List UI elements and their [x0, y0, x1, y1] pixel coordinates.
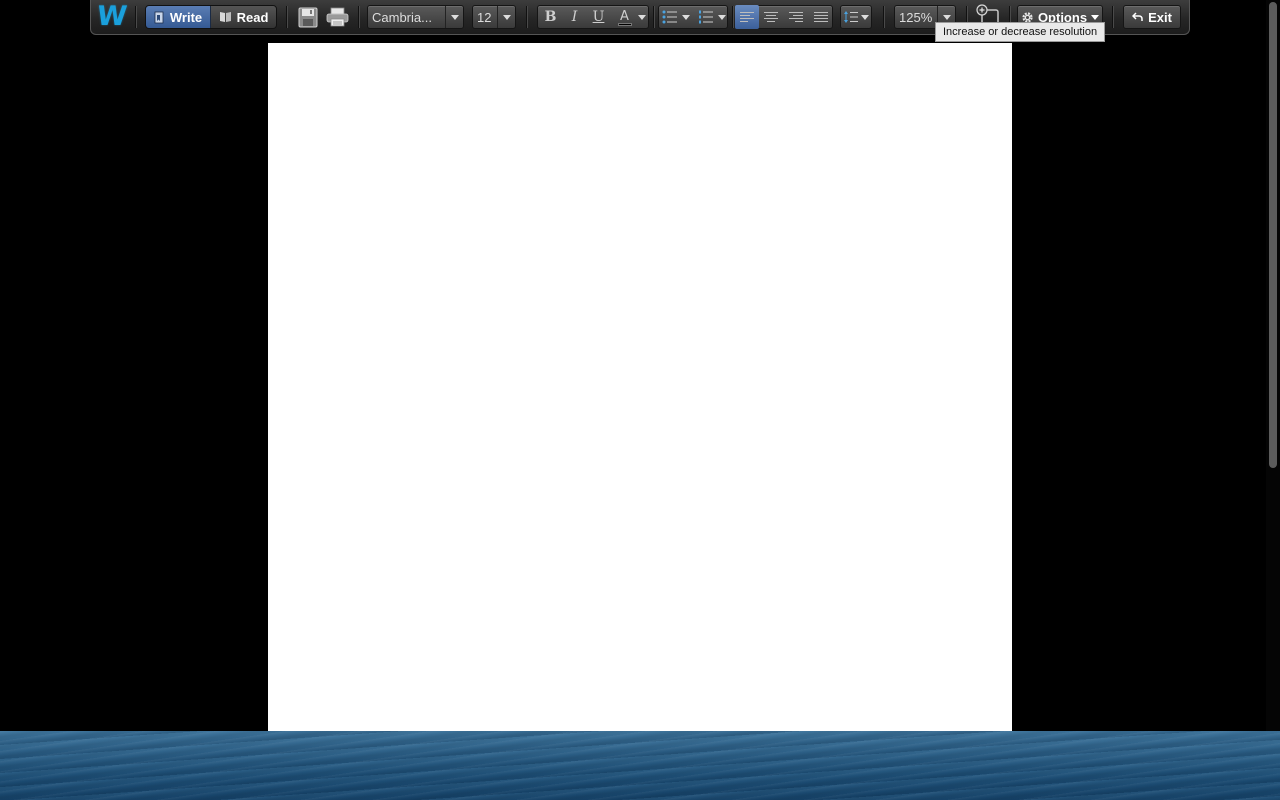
bold-label: B — [544, 9, 557, 25]
read-label: Read — [236, 9, 269, 25]
chevron-down-icon — [638, 14, 646, 20]
text-color-button[interactable]: A — [613, 5, 636, 29]
underline-button[interactable]: U — [587, 5, 610, 29]
write-label: Write — [169, 9, 203, 25]
print-button[interactable] — [324, 5, 350, 29]
scrollbar-thumb[interactable] — [1269, 2, 1277, 468]
justify-icon — [814, 12, 828, 22]
text-color-label: A — [620, 8, 629, 24]
chevron-down-icon — [718, 14, 726, 20]
chevron-down-icon — [1091, 14, 1100, 20]
app-window: W Write Read Cambria... 12 B I U A 125% … — [0, 0, 1280, 800]
separator — [1112, 6, 1113, 28]
text-color-dropdown[interactable] — [636, 5, 648, 29]
tooltip: Increase or decrease resolution — [935, 22, 1106, 42]
numbered-list-icon — [699, 10, 713, 24]
justify-button[interactable] — [809, 5, 833, 29]
separator — [526, 6, 527, 28]
read-mode-button[interactable]: Read — [211, 6, 276, 28]
font-size-select[interactable]: 12 — [472, 5, 516, 29]
line-spacing-button[interactable] — [840, 5, 872, 29]
print-icon — [326, 7, 348, 27]
chevron-down-icon — [445, 6, 463, 28]
align-left-button[interactable] — [735, 5, 759, 29]
underline-label: U — [592, 9, 605, 25]
separator — [732, 6, 733, 28]
bulleted-list-icon — [662, 10, 677, 24]
chevron-down-icon — [860, 14, 869, 20]
save-button[interactable] — [296, 5, 320, 29]
pen-icon — [154, 11, 164, 23]
font-family-select[interactable]: Cambria... — [367, 5, 464, 29]
save-icon — [298, 7, 318, 27]
italic-button[interactable]: I — [563, 5, 586, 29]
align-left-icon — [740, 12, 754, 22]
separator — [135, 6, 136, 28]
exit-label: Exit — [1148, 9, 1172, 25]
font-family-value: Cambria... — [372, 9, 432, 25]
app-logo: W — [95, 1, 128, 32]
bold-button[interactable]: B — [539, 5, 562, 29]
undo-arrow-icon — [1132, 12, 1143, 21]
line-spacing-icon — [843, 11, 858, 23]
chevron-down-icon — [682, 14, 690, 20]
align-center-icon — [764, 12, 778, 22]
separator — [653, 6, 654, 28]
bulleted-list-button[interactable] — [658, 5, 682, 29]
write-mode-button[interactable]: Write — [146, 6, 211, 28]
separator — [286, 6, 287, 28]
ocean-background — [0, 731, 1280, 800]
font-size-value: 12 — [477, 9, 492, 25]
logo-letter: W — [95, 1, 128, 32]
align-center-button[interactable] — [759, 5, 783, 29]
text-color-swatch — [617, 22, 632, 26]
document-page[interactable] — [268, 43, 1012, 731]
align-right-button[interactable] — [784, 5, 808, 29]
book-icon — [219, 12, 231, 22]
separator — [358, 6, 359, 28]
separator — [883, 6, 884, 28]
mode-toggle: Write Read — [145, 5, 277, 29]
align-right-icon — [789, 12, 803, 22]
zoom-value: 125% — [899, 9, 933, 25]
exit-button[interactable]: Exit — [1123, 5, 1181, 29]
italic-label: I — [571, 9, 578, 25]
numbered-list-dropdown[interactable] — [716, 5, 728, 29]
chevron-down-icon — [497, 6, 515, 28]
bulleted-list-dropdown[interactable] — [680, 5, 692, 29]
numbered-list-button[interactable] — [694, 5, 718, 29]
vertical-scrollbar[interactable] — [1266, 0, 1280, 731]
